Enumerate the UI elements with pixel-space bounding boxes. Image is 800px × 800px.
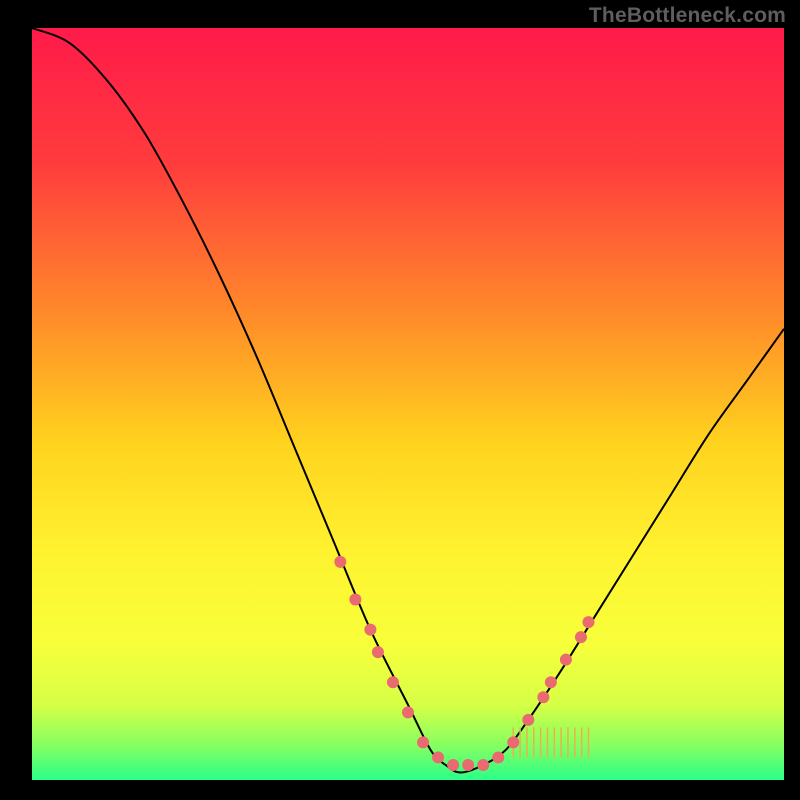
chart-svg	[32, 28, 784, 780]
chart-container: TheBottleneck.com	[0, 0, 800, 800]
chart-plot-area	[32, 28, 784, 780]
watermark-text: TheBottleneck.com	[589, 4, 786, 28]
